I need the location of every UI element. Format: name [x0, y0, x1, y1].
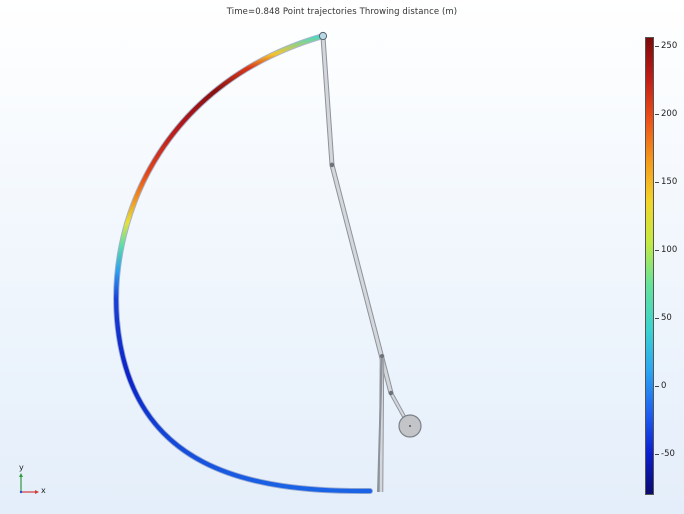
graphics-viewport[interactable]: Time=0.848 Point trajectories Throwing d… [0, 0, 684, 514]
colorbar-label-0: 0 [661, 381, 667, 391]
projectile [318, 31, 328, 41]
post-joint [380, 354, 384, 358]
colorbar-label-200: 200 [661, 109, 678, 119]
point-trajectory-colored [114, 33, 373, 494]
colorbar-tick [655, 114, 659, 115]
colorbar-label-50: 50 [661, 313, 672, 323]
lower-joint [388, 390, 394, 396]
pivot-joint [329, 162, 335, 168]
colorbar-label-150: 150 [661, 177, 678, 187]
colorbar-tick [655, 182, 659, 183]
colorbar-tick [655, 454, 659, 455]
axis-triad: y x [14, 462, 54, 502]
colorbar-tick [655, 46, 659, 47]
colorbar-label-minus50: -50 [661, 449, 675, 459]
colorbar-tick [655, 386, 659, 387]
colorbar-label-100: 100 [661, 245, 678, 255]
trajectory-plot [113, 31, 422, 495]
colorbar-label-250: 250 [661, 41, 678, 51]
x-axis-label: x [41, 486, 46, 495]
y-axis-label: y [19, 463, 24, 472]
colorbar-tick [655, 250, 659, 251]
colorbar [645, 37, 654, 495]
colorbar-tick [655, 318, 659, 319]
